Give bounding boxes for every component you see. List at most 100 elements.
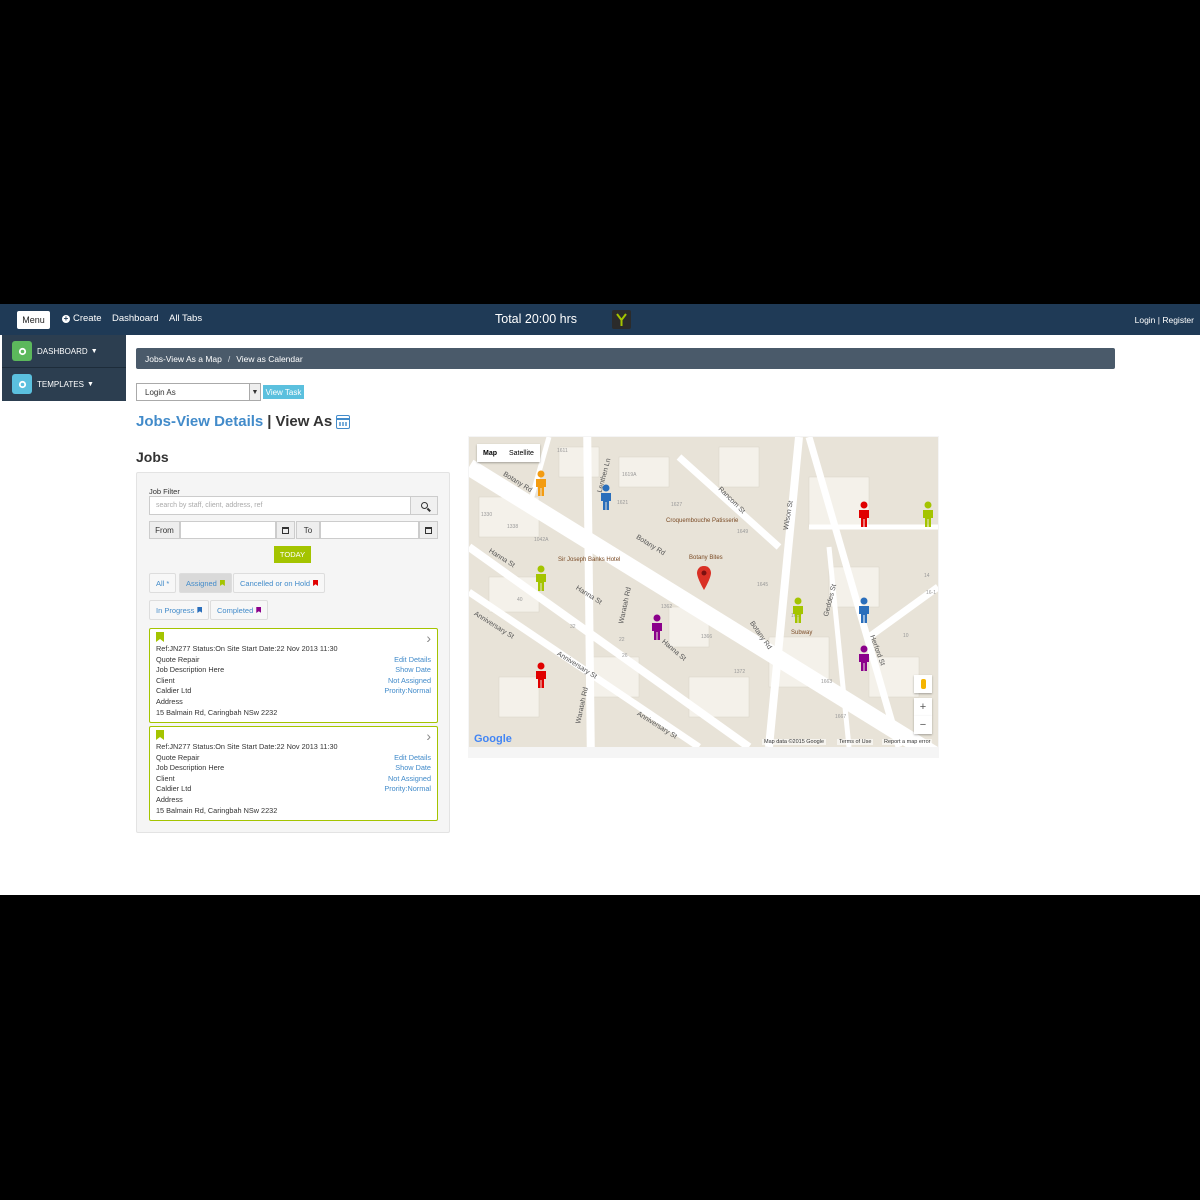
priority-link[interactable]: Prority:Normal <box>384 686 431 695</box>
building-number: 1663 <box>821 679 833 685</box>
assignment-link[interactable]: Not Assigned <box>388 676 431 685</box>
breadcrumb-item-map[interactable]: Jobs-View As a Map <box>145 354 222 364</box>
dashboard-link[interactable]: Dashboard <box>112 313 158 324</box>
staff-marker-icon[interactable] <box>598 484 614 510</box>
to-label: To <box>296 521 320 539</box>
create-link[interactable]: + Create <box>62 313 102 324</box>
job-address: 15 Balmain Rd, Caringbah NSw 2232 <box>156 708 278 717</box>
bookmark-icon <box>256 607 262 613</box>
google-logo[interactable]: Google <box>474 733 512 745</box>
bookmark-icon <box>313 580 319 586</box>
calendar-icon <box>425 526 432 534</box>
to-date-input[interactable] <box>320 521 419 539</box>
building-number: 1667 <box>835 714 847 720</box>
breadcrumb-item-calendar[interactable]: View as Calendar <box>236 354 302 364</box>
pill-label: Completed <box>217 605 254 615</box>
plus-circle-icon: + <box>62 313 70 323</box>
sidebar-item-templates[interactable]: TEMPLATES ▼ <box>2 368 126 400</box>
filter-pill-in-progress[interactable]: In Progress <box>149 600 210 620</box>
map-type-control: Map Satellite <box>477 444 540 462</box>
report-map-error-link[interactable]: Report a map error <box>882 739 933 745</box>
job-address: 15 Balmain Rd, Caringbah NSw 2232 <box>156 806 278 815</box>
building-number: 1330 <box>481 512 493 518</box>
job-client: Caldier Ltd <box>156 686 192 695</box>
street-view-pegman-icon[interactable] <box>914 675 932 693</box>
location-pin-icon[interactable] <box>697 566 711 590</box>
filter-pill-assigned[interactable]: Assigned <box>179 573 232 593</box>
calendar-icon[interactable] <box>336 414 351 429</box>
from-date-input[interactable] <box>180 521 276 539</box>
poi-label[interactable]: Croquembouche Patisserie <box>666 518 738 524</box>
job-address-label: Address <box>156 697 183 706</box>
staff-marker-icon[interactable] <box>856 501 872 527</box>
staff-marker-icon[interactable] <box>533 662 549 688</box>
staff-marker-icon[interactable] <box>920 501 936 527</box>
login-as-select[interactable]: Login As ▼ <box>136 383 261 401</box>
building-number: 1645 <box>757 582 769 588</box>
title-separator: | <box>267 413 272 430</box>
filter-pill-completed[interactable]: Completed <box>210 600 269 620</box>
view-as-label: View As <box>275 413 333 430</box>
zoom-in-button[interactable]: + <box>914 698 932 716</box>
chevron-right-icon[interactable]: › <box>426 631 431 645</box>
building-number: 1627 <box>671 502 683 508</box>
poi-label[interactable]: Sir Joseph Banks Hotel <box>558 557 620 563</box>
today-button[interactable]: TODAY <box>274 546 311 563</box>
staff-marker-icon[interactable] <box>533 565 549 591</box>
top-nav: Menu + Create Dashboard All Tabs Total 2… <box>0 304 1200 335</box>
staff-marker-icon[interactable] <box>856 645 872 671</box>
filter-pill-all[interactable]: All * <box>149 573 177 593</box>
assignment-link[interactable]: Not Assigned <box>388 774 431 783</box>
pill-label: In Progress <box>156 605 195 615</box>
to-calendar-button[interactable] <box>419 521 438 539</box>
job-client-label: Client <box>156 774 175 783</box>
all-tabs-link[interactable]: All Tabs <box>169 313 202 324</box>
breadcrumb-separator: / <box>227 353 231 364</box>
staff-marker-icon[interactable] <box>790 597 806 623</box>
jobs-heading: Jobs <box>136 449 169 465</box>
job-card[interactable]: › Ref:JN277 Status:On Site Start Date:22… <box>149 628 438 723</box>
pill-label: Cancelled or on Hold <box>240 578 311 588</box>
login-register-link[interactable]: Login | Register <box>1135 315 1194 325</box>
job-ref-line: Ref:JN277 Status:On Site Start Date:22 N… <box>156 742 338 751</box>
job-description: Job Description Here <box>156 763 225 772</box>
search-input[interactable]: search by staff, client, address, ref <box>149 496 411 515</box>
map-panel: Map Satellite Botany Rd Botany Rd Botany… <box>468 436 939 758</box>
map-type-satellite[interactable]: Satellite <box>503 444 540 462</box>
sidebar-item-dashboard[interactable]: DASHBOARD ▼ <box>2 335 126 367</box>
job-card[interactable]: › Ref:JN277 Status:On Site Start Date:22… <box>149 726 438 821</box>
staff-marker-icon[interactable] <box>856 597 872 623</box>
show-date-link[interactable]: Show Date <box>395 665 431 674</box>
view-task-button[interactable]: View Task <box>263 385 304 399</box>
poi-label[interactable]: Subway <box>791 630 812 636</box>
building-number: 1338 <box>507 524 519 530</box>
chevron-down-icon: ▼ <box>86 380 94 388</box>
priority-link[interactable]: Prority:Normal <box>384 784 431 793</box>
filter-pill-cancelled[interactable]: Cancelled or on Hold <box>233 573 326 593</box>
building-number: 1649 <box>737 529 749 535</box>
search-button[interactable] <box>410 496 438 515</box>
map-canvas[interactable]: Map Satellite Botany Rd Botany Rd Botany… <box>469 437 938 747</box>
building-number: 1366 <box>701 634 713 640</box>
job-filter-panel: Job Filter search by staff, client, addr… <box>136 472 450 833</box>
job-title: Quote Repair <box>156 753 200 762</box>
edit-details-link[interactable]: Edit Details <box>394 753 431 762</box>
login-as-value: Login As <box>145 387 176 397</box>
terms-link[interactable]: Terms of Use <box>837 739 874 745</box>
from-calendar-button[interactable] <box>276 521 295 539</box>
show-date-link[interactable]: Show Date <box>395 763 431 772</box>
edit-details-link[interactable]: Edit Details <box>394 655 431 664</box>
app-logo-icon <box>612 310 631 329</box>
bookmark-icon <box>156 730 164 740</box>
staff-marker-icon[interactable] <box>533 470 549 496</box>
chevron-right-icon[interactable]: › <box>426 729 431 743</box>
job-filter-label: Job Filter <box>149 487 180 496</box>
poi-label[interactable]: Botany Bites <box>689 555 723 561</box>
zoom-out-button[interactable]: − <box>914 716 932 734</box>
staff-marker-icon[interactable] <box>649 614 665 640</box>
menu-button[interactable]: Menu <box>17 311 50 329</box>
map-type-map[interactable]: Map <box>477 444 503 462</box>
jobs-view-details-link[interactable]: Jobs-View Details <box>136 413 263 430</box>
sidebar-item-label: DASHBOARD <box>37 346 88 356</box>
building-number: 40 <box>517 597 523 603</box>
